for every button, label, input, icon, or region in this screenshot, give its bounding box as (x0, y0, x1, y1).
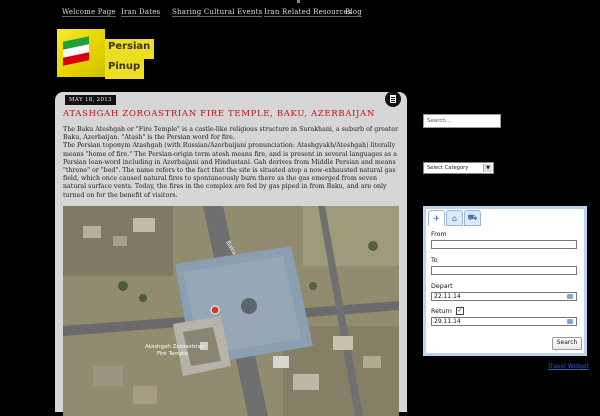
top-nav: Welcome Page Iran Dates Sharing Cultural… (0, 0, 600, 24)
plane-icon: ✈ (433, 213, 440, 223)
logo-text-line1: Persian (105, 39, 155, 59)
return-checkbox[interactable]: ✓ (456, 307, 464, 315)
return-label-text: Return (431, 308, 452, 315)
nav-item-iran-dates[interactable]: Iran Dates (121, 8, 161, 17)
car-icon: ⛟ (467, 213, 478, 222)
return-date-value: 29.11.14 (434, 318, 461, 325)
chevron-down-icon: ▼ (483, 164, 492, 172)
calendar-icon[interactable] (567, 319, 573, 324)
post-body: The Baku Ateshgah or "Fire Temple" is a … (63, 126, 401, 200)
map-place-label: Atashgah Zoroastrian (145, 344, 205, 350)
to-label: To (431, 257, 438, 264)
hotel-icon: ⌂ (451, 213, 458, 223)
nav-item-welcome[interactable]: Welcome Page (62, 8, 116, 17)
depart-label: Depart (431, 283, 453, 290)
nav-item-cultural-events[interactable]: Sharing Cultural Events (172, 8, 263, 17)
post-title[interactable]: ATASHGAH ZOROASTRIAN FIRE TEMPLE, BAKU, … (63, 109, 375, 119)
logo-badge (57, 29, 105, 77)
depart-date-value: 22.11.14 (434, 293, 461, 300)
from-input[interactable] (431, 240, 577, 249)
map-place-label: Fire Temple (157, 351, 189, 357)
nav-item-blog[interactable]: Blog (345, 8, 362, 17)
to-input[interactable] (431, 266, 577, 275)
powered-by-link[interactable]: Travel Widget (548, 363, 589, 370)
return-label: Return ✓ (431, 307, 464, 315)
post-paragraph: The Baku Ateshgah or "Fire Temple" is a … (63, 126, 398, 142)
calendar-icon[interactable] (567, 294, 573, 299)
document-icon[interactable] (385, 91, 401, 107)
from-label: From (431, 231, 447, 238)
blog-post: MAY 18, 2013 ATASHGAH ZOROASTRIAN FIRE T… (55, 91, 407, 416)
map-graphic: Baku Atashgah Zoroastrian Fire Temple (63, 206, 399, 416)
logo-text-line2: Pinup (105, 59, 145, 79)
tab-flights[interactable]: ✈ (428, 210, 445, 226)
iran-flag-icon (63, 36, 89, 66)
nav-marker (297, 0, 300, 3)
search-button[interactable]: Search (552, 337, 582, 350)
return-date-input[interactable]: 29.11.14 (431, 317, 577, 326)
category-select-value: Select Category (427, 165, 469, 171)
search-input[interactable]: Search... (423, 114, 501, 128)
depart-date-input[interactable]: 22.11.14 (431, 292, 577, 301)
post-paragraph: The Persian toponym Atashgah (with Russi… (63, 142, 398, 199)
travel-search-widget: ✈ ⌂ ⛟ From To Depart 22.11.14 Return ✓ 2… (423, 206, 587, 356)
post-date: MAY 18, 2013 (65, 95, 116, 105)
tab-cars[interactable]: ⛟ (464, 210, 481, 226)
category-select[interactable]: Select Category ▼ (423, 162, 494, 174)
nav-item-resources[interactable]: Iran Related Resources (264, 8, 352, 17)
tab-hotels[interactable]: ⌂ (446, 210, 463, 226)
satellite-map-image: Baku Atashgah Zoroastrian Fire Temple (63, 206, 399, 416)
site-logo[interactable]: Persian Pinup (57, 29, 155, 79)
